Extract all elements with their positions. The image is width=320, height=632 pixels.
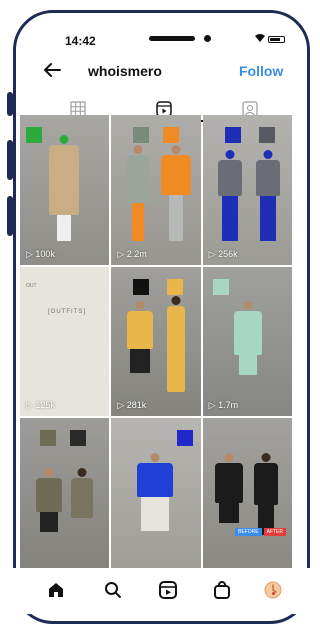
color-swatch bbox=[212, 278, 229, 295]
color-swatch bbox=[163, 127, 180, 143]
view-count: ▷ 281k bbox=[117, 400, 147, 411]
overlay-title: [OUTFITS] bbox=[48, 308, 86, 315]
color-swatch bbox=[224, 127, 241, 143]
reel-post[interactable]: ▷ 256k bbox=[202, 115, 292, 265]
color-swatch bbox=[70, 430, 86, 447]
color-swatch bbox=[40, 430, 56, 447]
person-figure bbox=[34, 466, 64, 546]
reel-post[interactable] bbox=[20, 418, 110, 568]
view-count: ▷ 100k bbox=[26, 248, 55, 259]
reel-post[interactable]: ▷ 281k bbox=[111, 266, 201, 417]
profile-icon bbox=[264, 581, 282, 599]
wifi-icon bbox=[254, 33, 266, 46]
overlay-corner-text: OUT bbox=[26, 282, 37, 289]
color-swatch bbox=[167, 278, 184, 295]
person-figure bbox=[125, 299, 155, 394]
color-swatch bbox=[177, 430, 194, 447]
person-figure bbox=[215, 148, 245, 243]
reel-post[interactable]: ▷ 100k bbox=[20, 115, 110, 265]
reel-post[interactable]: ▷ 2.2m bbox=[111, 115, 201, 265]
follow-button[interactable]: Follow bbox=[239, 63, 283, 79]
bottom-nav bbox=[0, 568, 316, 614]
status-time: 14:42 bbox=[65, 34, 96, 48]
view-count: ▷ 125k bbox=[26, 400, 55, 411]
color-swatch bbox=[133, 127, 150, 143]
person-figure bbox=[163, 294, 189, 394]
nav-search[interactable] bbox=[103, 580, 125, 602]
color-swatch bbox=[258, 127, 275, 143]
camera-dot bbox=[204, 35, 211, 42]
reels-grid: ▷ 100k ▷ 2.2m ▷ 256k OUT [OUTFITS] ▷ 125… bbox=[20, 115, 292, 568]
notification-dot bbox=[272, 592, 275, 595]
notch-pill bbox=[149, 36, 195, 41]
reels-icon bbox=[159, 581, 177, 599]
person-figure bbox=[68, 466, 96, 546]
battery-icon bbox=[268, 36, 285, 43]
reel-post[interactable]: BEFORE AFTER bbox=[202, 418, 292, 568]
status-bar: 14:42 bbox=[16, 13, 307, 53]
before-after-labels: BEFORE AFTER bbox=[235, 528, 286, 536]
view-count: ▷ 2.2m bbox=[117, 248, 147, 259]
profile-header: whoismero Follow bbox=[16, 57, 307, 87]
nav-shop[interactable] bbox=[212, 580, 234, 602]
nav-reels[interactable] bbox=[158, 580, 180, 602]
nav-home[interactable] bbox=[46, 580, 68, 602]
reel-post[interactable]: OUT [OUTFITS] ▷ 125k bbox=[20, 266, 110, 417]
shop-icon bbox=[214, 581, 230, 599]
color-swatch bbox=[26, 127, 42, 143]
after-label: AFTER bbox=[263, 528, 286, 536]
search-icon bbox=[105, 582, 121, 598]
nav-profile[interactable] bbox=[263, 580, 285, 602]
reel-post[interactable] bbox=[111, 418, 201, 568]
home-icon bbox=[49, 583, 63, 597]
view-count: ▷ 1.7m bbox=[208, 400, 239, 411]
person-figure bbox=[231, 299, 265, 394]
person-figure bbox=[253, 148, 283, 243]
person-figure bbox=[135, 451, 175, 546]
arrow-left-icon[interactable] bbox=[42, 60, 62, 84]
profile-username: whoismero bbox=[88, 63, 162, 79]
reel-post[interactable]: ▷ 1.7m bbox=[202, 266, 292, 417]
person-figure bbox=[44, 133, 84, 243]
color-swatch bbox=[133, 278, 150, 295]
person-figure bbox=[159, 143, 193, 243]
view-count: ▷ 256k bbox=[208, 248, 238, 259]
before-label: BEFORE bbox=[235, 528, 262, 536]
person-figure bbox=[123, 143, 153, 243]
